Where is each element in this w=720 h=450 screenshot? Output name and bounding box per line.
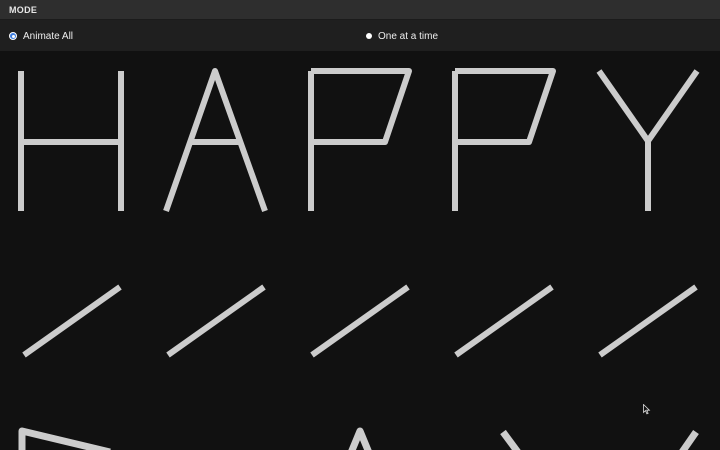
diagonal-stroke-5 xyxy=(598,284,698,358)
partial-letter-1 xyxy=(18,427,111,450)
mouse-cursor-icon xyxy=(643,402,651,420)
header-bar: MODE xyxy=(0,0,720,20)
diagonal-stroke-1 xyxy=(22,284,122,358)
letter-a xyxy=(163,68,268,213)
letter-h xyxy=(18,71,124,211)
mode-selector: Animate All One at a time xyxy=(0,20,720,51)
radio-selected-icon xyxy=(9,32,17,40)
radio-animate-all-label: Animate All xyxy=(23,30,74,42)
diagonal-stroke-4 xyxy=(454,284,554,358)
radio-one-at-a-time[interactable]: One at a time xyxy=(366,28,438,44)
letter-p-2 xyxy=(452,68,556,211)
radio-one-at-a-time-label: One at a time xyxy=(378,30,439,42)
mode-heading: MODE xyxy=(9,5,38,15)
diagonal-stroke-3 xyxy=(310,284,410,358)
animation-stage xyxy=(0,51,720,450)
letter-p-1 xyxy=(308,68,412,211)
letter-canvas xyxy=(18,68,700,450)
partial-letter-2 xyxy=(348,427,372,450)
letter-y xyxy=(596,69,700,211)
radio-animate-all[interactable]: Animate All xyxy=(9,28,73,44)
radio-unselected-icon xyxy=(366,33,372,39)
partial-letter-3 xyxy=(500,429,699,450)
diagonal-stroke-2 xyxy=(166,284,266,358)
